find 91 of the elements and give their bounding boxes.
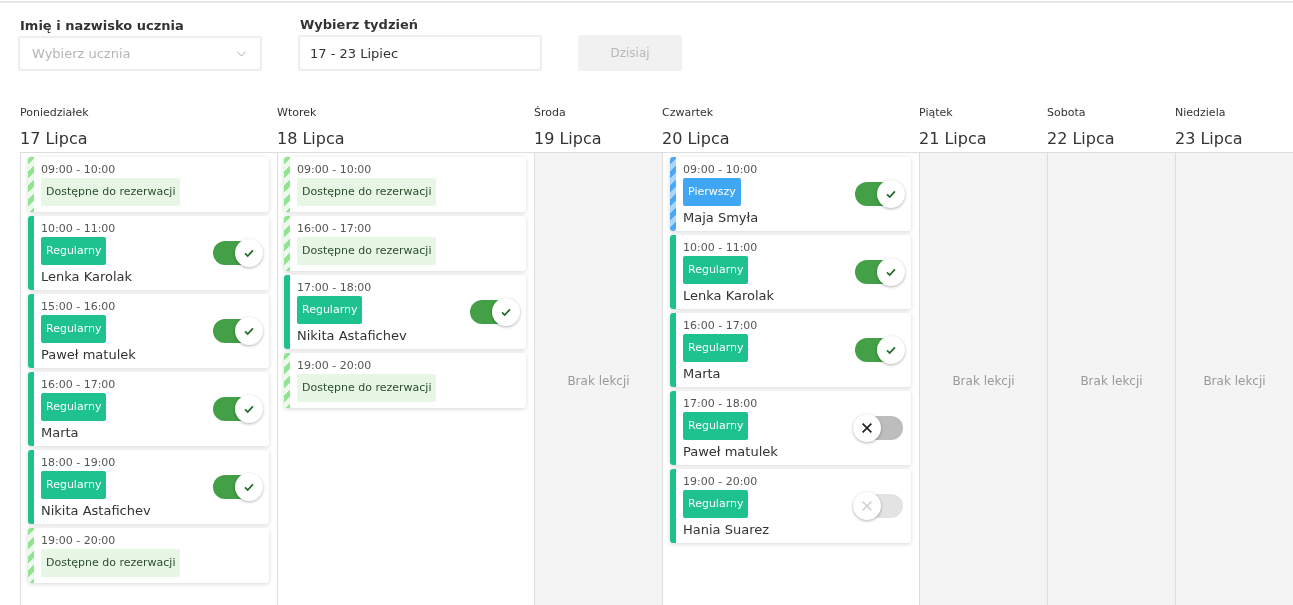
- lesson-time: 10:00 - 11:00: [683, 241, 759, 255]
- day-date: 21 Lipca: [919, 129, 988, 149]
- lesson-card[interactable]: 18:00 - 19:00 Regularny Nikita Astafichev: [28, 450, 269, 524]
- lesson-card[interactable]: 17:00 - 18:00 Regularny Paweł matulek: [670, 391, 911, 465]
- student-name: Lenka Karolak: [683, 287, 776, 305]
- x-icon: [860, 421, 874, 435]
- lesson-type-tag: Regularny: [41, 471, 107, 499]
- confirm-toggle[interactable]: [855, 416, 903, 440]
- lesson-card[interactable]: 09:00 - 10:00 Pierwszy Maja Smyła: [670, 157, 911, 231]
- lesson-card[interactable]: 09:00 - 10:00 Dostępne do rezerwacji: [284, 157, 526, 212]
- confirm-toggle[interactable]: [213, 397, 261, 421]
- lesson-card[interactable]: 16:00 - 17:00 Regularny Marta: [670, 313, 911, 387]
- lesson-type-tag: Regularny: [683, 490, 749, 518]
- lesson-card[interactable]: 17:00 - 18:00 Regularny Nikita Astafichev: [284, 275, 526, 349]
- day-date: 23 Lipca: [1175, 129, 1244, 149]
- lesson-time: 16:00 - 17:00: [41, 378, 117, 392]
- day-date: 17 Lipca: [20, 129, 89, 149]
- lesson-type-tag: Dostępne do rezerwacji: [297, 237, 437, 265]
- day-name: Czwartek: [662, 106, 715, 120]
- lesson-type-tag: Regularny: [683, 334, 749, 362]
- lesson-type-tag: Dostępne do rezerwacji: [297, 374, 437, 402]
- lesson-card[interactable]: 16:00 - 17:00 Dostępne do rezerwacji: [284, 216, 526, 271]
- field-label: Wybierz tydzień: [300, 17, 419, 33]
- student-name: Paweł matulek: [41, 346, 137, 364]
- lesson-type-tag: Dostępne do rezerwacji: [41, 178, 181, 206]
- lesson-type-tag: Regularny: [41, 315, 107, 343]
- lesson-card[interactable]: 19:00 - 20:00 Dostępne do rezerwacji: [284, 353, 526, 408]
- striped-bar: [284, 157, 290, 212]
- student-name: Hania Suarez: [683, 521, 771, 539]
- striped-bar: [28, 528, 34, 583]
- lesson-time: 18:00 - 19:00: [41, 456, 117, 470]
- day-name: Sobota: [1047, 106, 1087, 120]
- week-input[interactable]: 17 - 23 Lipiec: [298, 35, 542, 71]
- striped-bar: [284, 216, 290, 271]
- lesson-card[interactable]: 15:00 - 16:00 Regularny Paweł matulek: [28, 294, 269, 368]
- lesson-time: 17:00 - 18:00: [683, 397, 759, 411]
- lesson-type-tag: Regularny: [41, 393, 107, 421]
- student-name: Maja Smyła: [683, 209, 760, 227]
- striped-bar: [28, 157, 34, 212]
- day-date: 19 Lipca: [534, 129, 603, 149]
- lesson-type-tag: Dostępne do rezerwacji: [41, 549, 181, 577]
- student-name: Marta: [683, 365, 722, 383]
- lesson-card[interactable]: 10:00 - 11:00 Regularny Lenka Karolak: [670, 235, 911, 309]
- student-name: Lenka Karolak: [41, 268, 134, 286]
- day-name: Niedziela: [1175, 106, 1227, 120]
- confirm-toggle[interactable]: [855, 338, 903, 362]
- day-date: 18 Lipca: [277, 129, 346, 149]
- confirm-toggle[interactable]: [213, 475, 261, 499]
- lesson-time: 10:00 - 11:00: [41, 222, 117, 236]
- lesson-type-tag: Regularny: [297, 296, 363, 324]
- lesson-time: 09:00 - 10:00: [297, 163, 373, 177]
- striped-bar: [284, 353, 290, 408]
- empty-day-text: Brak lekcji: [952, 374, 1015, 388]
- lesson-card[interactable]: 16:00 - 17:00 Regularny Marta: [28, 372, 269, 446]
- empty-day-text: Brak lekcji: [1080, 374, 1143, 388]
- lesson-type-tag: Regularny: [683, 256, 749, 284]
- lesson-time: 16:00 - 17:00: [297, 222, 373, 236]
- student-name: Nikita Astafichev: [41, 502, 152, 520]
- field-label: Imię i nazwisko ucznia: [20, 18, 185, 34]
- empty-day-text: Brak lekcji: [1203, 374, 1266, 388]
- lesson-time: 09:00 - 10:00: [683, 163, 759, 177]
- day-name: Poniedziałek: [20, 106, 90, 120]
- x-icon: [860, 499, 874, 513]
- empty-day-text: Brak lekcji: [567, 374, 630, 388]
- day-name: Piątek: [919, 106, 954, 120]
- confirm-toggle[interactable]: [855, 182, 903, 206]
- student-name: Paweł matulek: [683, 443, 779, 461]
- confirm-toggle[interactable]: [470, 300, 518, 324]
- lesson-time: 19:00 - 20:00: [41, 534, 117, 548]
- lesson-time: 09:00 - 10:00: [41, 163, 117, 177]
- student-name: Nikita Astafichev: [297, 327, 408, 345]
- lesson-type-tag: Regularny: [683, 412, 749, 440]
- lesson-time: 17:00 - 18:00: [297, 281, 373, 295]
- day-name: Wtorek: [277, 106, 318, 120]
- lesson-type-tag: Dostępne do rezerwacji: [297, 178, 437, 206]
- lesson-card[interactable]: 09:00 - 10:00 Dostępne do rezerwacji: [28, 157, 269, 212]
- confirm-toggle[interactable]: [213, 241, 261, 265]
- lesson-time: 19:00 - 20:00: [297, 359, 373, 373]
- day-date: 22 Lipca: [1047, 129, 1116, 149]
- day-name: Środa: [534, 106, 567, 120]
- lesson-card[interactable]: 10:00 - 11:00 Regularny Lenka Karolak: [28, 216, 269, 290]
- day-date: 20 Lipca: [662, 129, 731, 149]
- lesson-type-tag: Pierwszy: [683, 178, 741, 206]
- confirm-toggle[interactable]: [855, 260, 903, 284]
- lesson-card[interactable]: 19:00 - 20:00 Dostępne do rezerwacji: [28, 528, 269, 583]
- lesson-time: 16:00 - 17:00: [683, 319, 759, 333]
- lesson-time: 15:00 - 16:00: [41, 300, 117, 314]
- confirm-toggle[interactable]: [213, 319, 261, 343]
- student-name: Marta: [41, 424, 80, 442]
- lesson-type-tag: Regularny: [41, 237, 107, 265]
- lesson-time: 19:00 - 20:00: [683, 475, 759, 489]
